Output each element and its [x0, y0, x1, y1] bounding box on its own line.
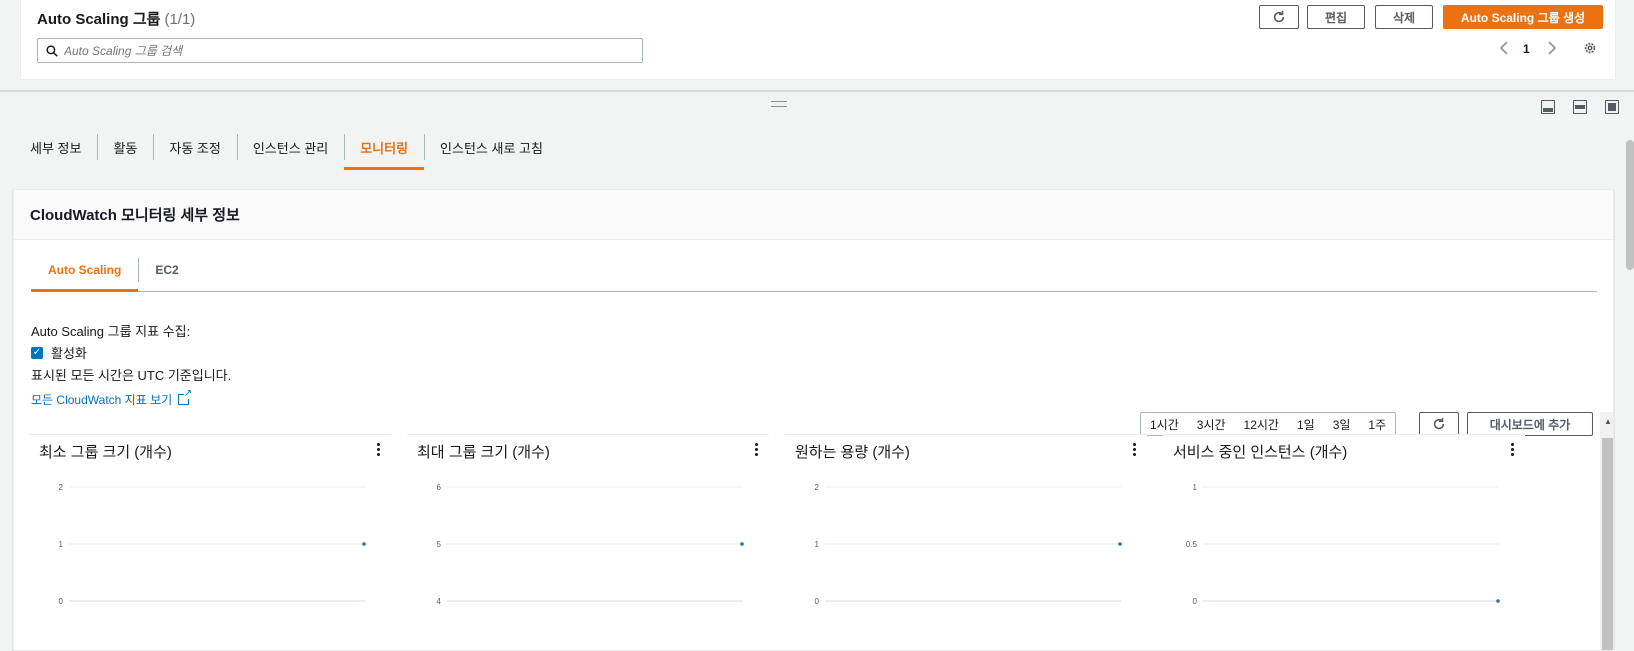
chart-title: 최소 그룹 크기 (개수)	[39, 444, 172, 461]
next-page-icon[interactable]	[1547, 41, 1557, 58]
chart-desired-capacity: 2 1 0	[815, 483, 1122, 606]
external-link-icon	[178, 389, 193, 405]
create-asg-button[interactable]: Auto Scaling 그룹 생성	[1443, 5, 1603, 29]
y-tick-label: 1	[815, 540, 820, 549]
refresh-icon	[1273, 10, 1285, 23]
asg-title-text: Auto Scaling 그룹	[37, 11, 161, 28]
y-tick-label: 0.5	[1186, 540, 1198, 549]
panel-splitter[interactable]	[0, 90, 1634, 92]
more-options-icon[interactable]	[1511, 443, 1515, 456]
asg-search-field[interactable]	[37, 38, 643, 63]
search-icon	[46, 44, 58, 57]
metrics-enabled-row: ✓ 활성화	[31, 343, 87, 362]
cloudwatch-metrics-link[interactable]: 모든 CloudWatch 지표 보기	[31, 389, 193, 408]
range-1w[interactable]: 1주	[1359, 416, 1395, 433]
tab-activity[interactable]: 활동	[97, 128, 153, 170]
add-to-dashboard-button[interactable]: 대시보드에 추가	[1467, 412, 1593, 436]
detail-tabs: 세부 정보 활동 자동 조정 인스턴스 관리 모니터링 인스턴스 새로 고침	[14, 128, 559, 170]
data-point[interactable]	[362, 542, 366, 546]
split-bottom-icon[interactable]	[1541, 100, 1555, 114]
more-options-icon[interactable]	[755, 443, 759, 456]
page-scrollbar[interactable]	[1626, 140, 1634, 270]
tab-monitoring[interactable]: 모니터링	[344, 128, 425, 170]
more-options-icon[interactable]	[1133, 443, 1137, 456]
range-12h[interactable]: 12시간	[1235, 416, 1288, 433]
chart-panel-min-size: 최소 그룹 크기 (개수) 2 1 0	[29, 434, 391, 650]
chart-area-scroll-thumb[interactable]	[1602, 438, 1613, 650]
y-tick-label: 2	[59, 483, 64, 492]
prev-page-icon[interactable]	[1499, 41, 1509, 58]
delete-button[interactable]: 삭제	[1375, 5, 1433, 29]
chart-panel-in-service: 서비스 중인 인스턴스 (개수) 1 0.5 0	[1163, 434, 1525, 650]
time-range-selector: 1시간 3시간 12시간 1일 3일 1주	[1140, 412, 1397, 436]
range-1h[interactable]: 1시간	[1141, 416, 1188, 433]
cloudwatch-link-text[interactable]: 모든 CloudWatch 지표 보기	[31, 391, 172, 408]
chart-in-service-instances: 10.50	[1186, 483, 1500, 606]
chart-title: 서비스 중인 인스턴스 (개수)	[1173, 444, 1348, 461]
tab-details[interactable]: 세부 정보	[14, 128, 97, 170]
chart-refresh-button[interactable]	[1419, 412, 1459, 436]
monitoring-header: CloudWatch 모니터링 세부 정보	[14, 190, 1613, 240]
monitoring-card: CloudWatch 모니터링 세부 정보 Auto Scaling EC2 A…	[13, 189, 1614, 651]
fullscreen-icon[interactable]	[1605, 100, 1619, 114]
y-tick-label: 0	[815, 597, 820, 606]
refresh-button[interactable]	[1259, 5, 1299, 29]
y-tick-label: 1	[1193, 483, 1198, 492]
chart-max-size: 6 5 4	[437, 483, 744, 606]
page-number[interactable]: 1	[1523, 42, 1530, 56]
tab-instance-management[interactable]: 인스턴스 관리	[236, 128, 344, 170]
y-tick-label: 6	[437, 483, 442, 492]
data-point[interactable]	[1496, 599, 1500, 603]
range-3h[interactable]: 3시간	[1188, 416, 1235, 433]
tab-instance-refresh[interactable]: 인스턴스 새로 고침	[424, 128, 559, 170]
data-point[interactable]	[1118, 542, 1122, 546]
settings-gear-icon[interactable]	[1583, 41, 1597, 58]
chart-title: 원하는 용량 (개수)	[795, 444, 910, 461]
asg-table-panel: Auto Scaling 그룹 (1/1) 편집 삭제 Auto Scaling …	[0, 0, 1634, 90]
metrics-collection-label: Auto Scaling 그룹 지표 수집:	[31, 324, 191, 339]
chart-title: 최대 그룹 크기 (개수)	[417, 444, 550, 461]
scroll-up-icon[interactable]: ▲	[1604, 417, 1612, 426]
y-tick-label: 4	[437, 597, 442, 606]
edit-button[interactable]: 편집	[1307, 5, 1365, 29]
tab-ec2-metrics[interactable]: EC2	[138, 250, 195, 292]
asg-table-title: Auto Scaling 그룹 (1/1)	[37, 8, 195, 29]
refresh-icon	[1433, 417, 1445, 430]
utc-note: 표시된 모든 시간은 UTC 기준입니다.	[31, 368, 232, 383]
split-middle-icon[interactable]	[1573, 100, 1587, 114]
range-3d[interactable]: 3일	[1324, 416, 1360, 433]
range-1d[interactable]: 1일	[1288, 416, 1324, 433]
chart-panel-desired-capacity: 원하는 용량 (개수) 2 1 0	[785, 434, 1147, 650]
asg-search-input[interactable]	[64, 43, 642, 58]
y-tick-label: 2	[815, 483, 820, 492]
y-tick-label: 0	[1193, 597, 1198, 606]
monitoring-sub-tabs: Auto Scaling EC2	[31, 250, 1597, 292]
tab-auto-scaling-metrics[interactable]: Auto Scaling	[31, 250, 139, 292]
metrics-enabled-checkbox[interactable]: ✓	[31, 346, 43, 359]
panel-view-controls	[1541, 100, 1619, 114]
y-tick-label: 5	[437, 540, 442, 549]
data-point[interactable]	[740, 542, 744, 546]
chart-min-size: 2 1 0	[59, 483, 366, 606]
resize-handle-icon[interactable]	[771, 101, 787, 107]
y-tick-label: 0	[59, 597, 64, 606]
asg-table-card: Auto Scaling 그룹 (1/1) 편집 삭제 Auto Scaling …	[20, 0, 1616, 80]
enabled-label: 활성화	[51, 346, 87, 361]
tab-automatic-scaling[interactable]: 자동 조정	[153, 128, 236, 170]
y-tick-label: 1	[59, 540, 64, 549]
asg-count: (1/1)	[164, 11, 196, 28]
more-options-icon[interactable]	[377, 443, 381, 456]
chart-panel-max-size: 최대 그룹 크기 (개수) 6 5 4	[407, 434, 769, 650]
